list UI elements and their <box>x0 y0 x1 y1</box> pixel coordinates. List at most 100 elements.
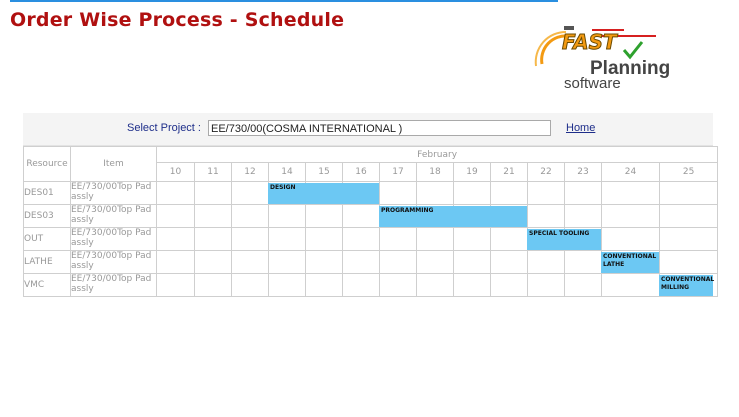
day-cell[interactable] <box>379 227 417 251</box>
day-cell[interactable] <box>564 204 602 228</box>
day-cell[interactable] <box>527 181 565 205</box>
logo-software-text: software <box>564 75 621 92</box>
day-cell[interactable] <box>379 181 417 205</box>
day-cell[interactable] <box>490 250 528 274</box>
day-header: 21 <box>490 162 528 182</box>
day-header: 18 <box>416 162 454 182</box>
day-cell[interactable] <box>231 273 269 297</box>
day-cell[interactable] <box>268 227 306 251</box>
task-bar[interactable]: PROGRAMMING <box>379 206 527 227</box>
select-project-label: Select Project : <box>127 122 201 134</box>
day-cell[interactable] <box>156 273 195 297</box>
day-cell[interactable] <box>453 181 491 205</box>
schedule-panel: Select Project : EE/730/00(COSMA INTERNA… <box>23 113 719 301</box>
day-header: 10 <box>156 162 195 182</box>
home-link[interactable]: Home <box>566 122 595 134</box>
resource-header: Resource <box>23 146 71 182</box>
day-header: 14 <box>268 162 306 182</box>
day-cell[interactable] <box>342 250 380 274</box>
resource-cell: VMC <box>23 273 71 297</box>
task-bar[interactable]: CONVENTIONAL LATHE <box>601 252 659 273</box>
day-cell[interactable] <box>342 204 380 228</box>
day-cell[interactable] <box>658 204 719 228</box>
day-cell[interactable] <box>194 204 232 228</box>
day-header: 23 <box>564 162 602 182</box>
day-cell[interactable] <box>564 181 602 205</box>
day-cell[interactable] <box>194 181 232 205</box>
day-cell[interactable] <box>416 273 454 297</box>
item-cell: EE/730/00Top Pad assly <box>70 273 157 297</box>
day-cell[interactable] <box>601 204 660 228</box>
day-cell[interactable] <box>231 250 269 274</box>
day-cell[interactable] <box>305 227 343 251</box>
day-header: 24 <box>601 162 660 182</box>
day-cell[interactable] <box>231 181 269 205</box>
day-cell[interactable] <box>156 250 195 274</box>
day-cell[interactable] <box>490 181 528 205</box>
day-cell[interactable] <box>305 273 343 297</box>
day-cell[interactable] <box>231 227 269 251</box>
day-cell[interactable] <box>231 204 269 228</box>
schedule-row: DES03 EE/730/00Top Pad assly <box>23 204 719 228</box>
day-header: 12 <box>231 162 269 182</box>
day-cell[interactable] <box>156 204 195 228</box>
task-label: DESIGN <box>270 184 296 191</box>
month-header: February <box>155 146 719 163</box>
day-header: 17 <box>379 162 417 182</box>
header-rule <box>10 0 558 2</box>
day-cell[interactable] <box>268 273 306 297</box>
day-cell[interactable] <box>379 250 417 274</box>
day-cell[interactable] <box>194 227 232 251</box>
day-cell[interactable] <box>658 227 719 251</box>
day-cell[interactable] <box>527 204 565 228</box>
day-cell[interactable] <box>194 250 232 274</box>
resource-cell: DES03 <box>23 204 71 228</box>
day-cell[interactable] <box>194 273 232 297</box>
day-cell[interactable] <box>658 250 719 274</box>
task-bar[interactable]: SPECIAL TOOLING <box>527 229 601 250</box>
day-cell[interactable] <box>416 250 454 274</box>
day-cell[interactable] <box>305 204 343 228</box>
day-cell[interactable] <box>156 181 195 205</box>
day-cell[interactable] <box>490 273 528 297</box>
day-header: 11 <box>194 162 232 182</box>
resource-cell: OUT <box>23 227 71 251</box>
day-cell[interactable] <box>453 227 491 251</box>
day-header: 25 <box>658 162 719 182</box>
day-cell[interactable] <box>601 227 660 251</box>
item-cell: EE/730/00Top Pad assly <box>70 250 157 274</box>
schedule-row: OUT EE/730/00Top Pad assly <box>23 227 719 251</box>
project-select[interactable]: EE/730/00(COSMA INTERNATIONAL ) <box>208 120 551 136</box>
day-cell[interactable] <box>490 227 528 251</box>
day-header: 22 <box>527 162 565 182</box>
schedule-table: Resource Item February 10 11 12 14 15 16 17 18 1… <box>23 146 719 297</box>
day-cell[interactable] <box>416 227 454 251</box>
day-cell[interactable] <box>601 273 660 297</box>
day-cell[interactable] <box>453 273 491 297</box>
day-cell[interactable] <box>527 273 565 297</box>
day-cell[interactable] <box>268 204 306 228</box>
day-cell[interactable] <box>416 181 454 205</box>
day-cell[interactable] <box>527 250 565 274</box>
day-cell[interactable] <box>453 250 491 274</box>
task-bar[interactable]: CONVENTIONAL MILLING <box>659 275 714 296</box>
day-cell[interactable] <box>564 250 602 274</box>
item-cell: EE/730/00Top Pad assly <box>70 181 157 205</box>
day-cell[interactable] <box>342 273 380 297</box>
task-label: CONVENTIONAL LATHE <box>603 253 657 268</box>
resource-cell: LATHE <box>23 250 71 274</box>
day-cell[interactable] <box>305 250 343 274</box>
day-cell[interactable] <box>658 181 719 205</box>
day-cell[interactable] <box>156 227 195 251</box>
schedule-row: VMC EE/730/00Top Pad assly <box>23 273 719 297</box>
day-cell[interactable] <box>564 273 602 297</box>
day-header: 15 <box>305 162 343 182</box>
project-select-bar: Select Project : EE/730/00(COSMA INTERNA… <box>23 113 713 146</box>
task-bar[interactable]: DESIGN <box>268 183 379 204</box>
resource-cell: DES01 <box>23 181 71 205</box>
day-cell[interactable] <box>268 250 306 274</box>
day-header: 16 <box>342 162 380 182</box>
day-cell[interactable] <box>379 273 417 297</box>
day-cell[interactable] <box>601 181 660 205</box>
day-cell[interactable] <box>342 227 380 251</box>
